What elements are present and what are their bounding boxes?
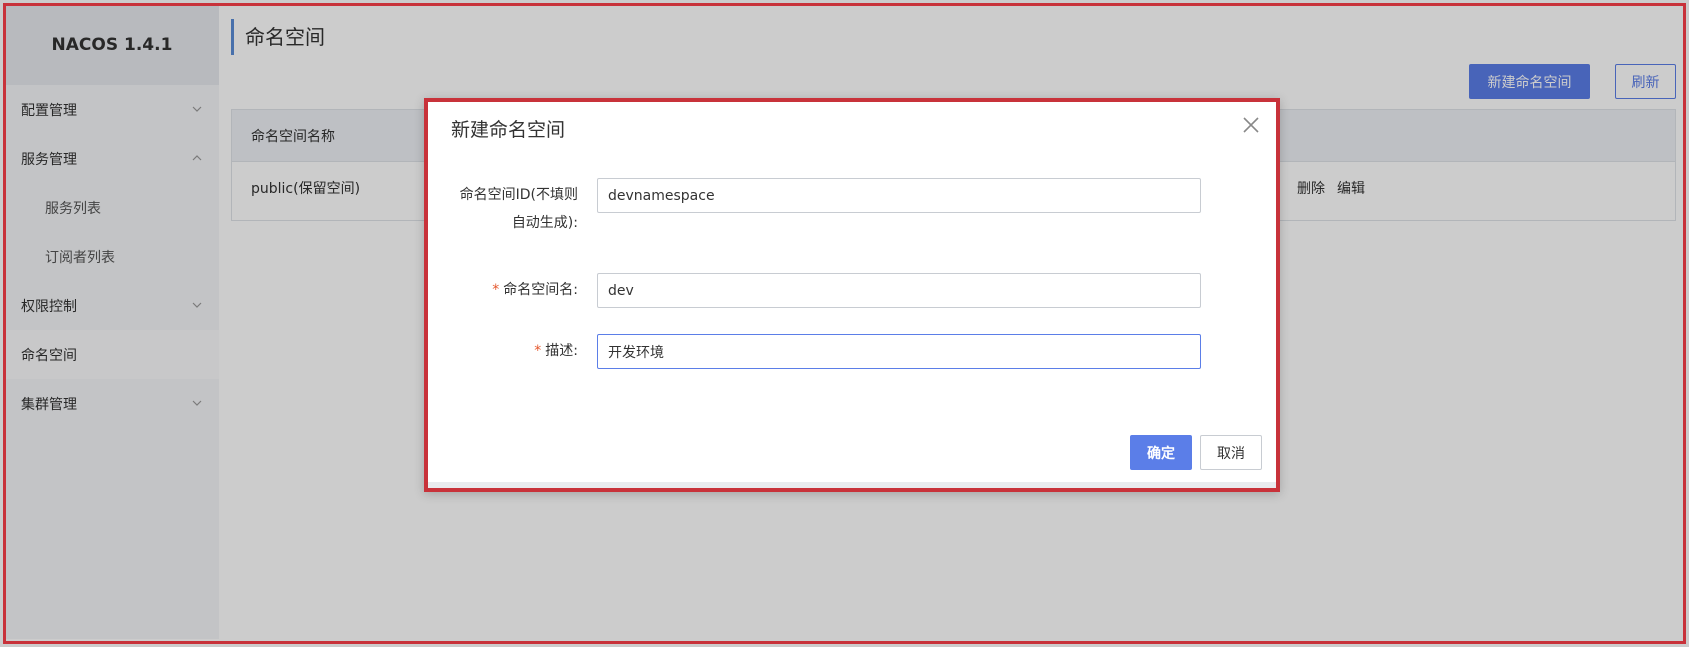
namespace-name-label-text: 命名空间名: [503,282,578,298]
namespace-name-label: * 命名空间名: [428,273,578,307]
namespace-id-label-line1: 命名空间ID(不填则 [459,187,578,203]
namespace-name-input[interactable] [597,273,1201,308]
cancel-button[interactable]: 取消 [1200,435,1262,470]
confirm-button[interactable]: 确定 [1130,435,1192,470]
description-label-text: 描述: [545,343,578,359]
dialog-title: 新建命名空间 [451,119,566,141]
new-namespace-dialog: 新建命名空间 命名空间ID(不填则 自动生成): *命名空间名: *描述: 确定… [424,98,1280,492]
description-input[interactable] [597,334,1201,369]
dialog-bottom-edge [428,482,1276,488]
required-mark: * [534,343,542,359]
required-mark: * [492,282,500,298]
description-label: * 描述: [428,334,578,368]
namespace-id-label-line2: 自动生成): [511,215,578,231]
app-root: NACOS 1.4.1 配置管理 服务管理 服务列表 订阅者列表 权限控制 命名… [0,0,1689,647]
namespace-id-input[interactable] [597,178,1201,213]
close-icon[interactable] [1240,114,1262,136]
namespace-id-label: 命名空间ID(不填则 自动生成): [428,178,578,234]
